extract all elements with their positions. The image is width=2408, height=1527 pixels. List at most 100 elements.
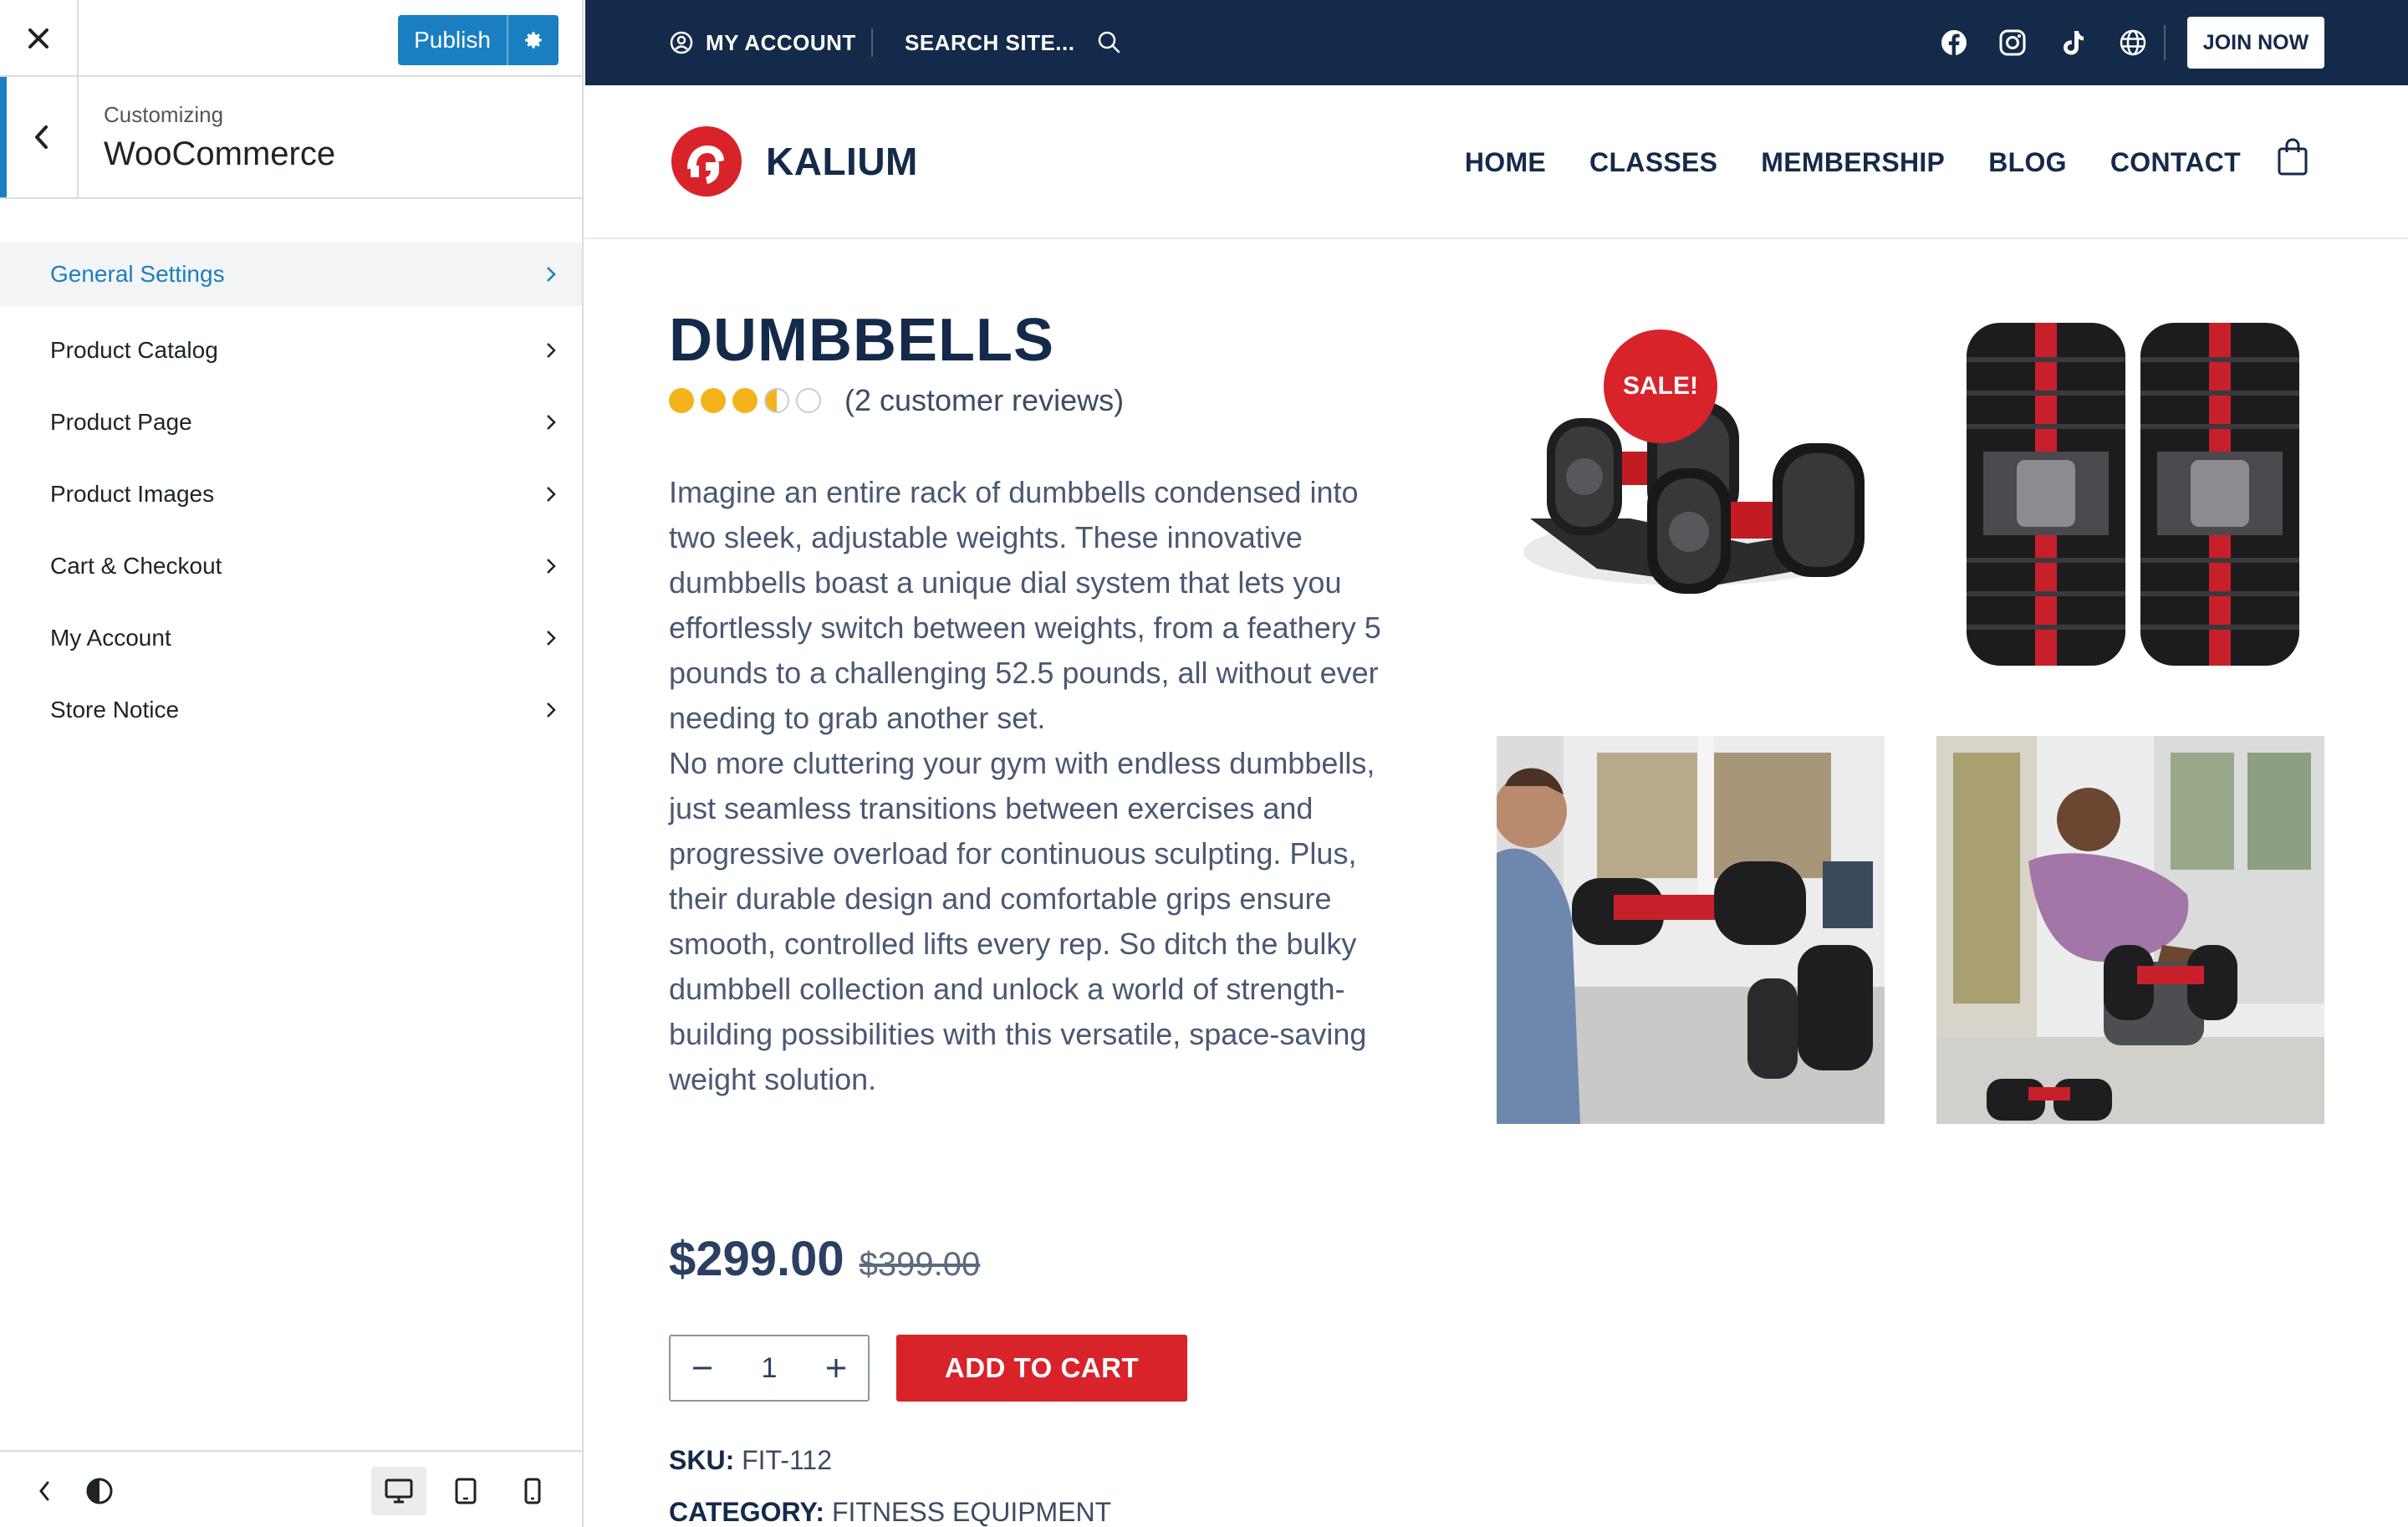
nav-contact[interactable]: CONTACT bbox=[2110, 147, 2241, 178]
section-title: WooCommerce bbox=[104, 135, 336, 172]
user-icon bbox=[670, 31, 693, 54]
gallery-image-4[interactable] bbox=[1936, 736, 2324, 1124]
tiktok-link[interactable] bbox=[2055, 25, 2090, 60]
site-header: KALIUM HOME CLASSES MEMBERSHIP BLOG CONT… bbox=[585, 85, 2408, 239]
menu-item-cart-checkout[interactable]: Cart & Checkout bbox=[0, 530, 582, 602]
chevron-right-icon bbox=[547, 267, 556, 282]
shopping-bag-icon[interactable] bbox=[2276, 137, 2309, 177]
website-link[interactable] bbox=[2115, 25, 2150, 60]
globe-icon bbox=[2120, 29, 2146, 56]
close-icon bbox=[28, 28, 48, 49]
contrast-icon bbox=[86, 1478, 113, 1504]
section-header: Customizing WooCommerce bbox=[0, 77, 584, 199]
chevron-right-icon bbox=[547, 343, 556, 358]
publish-label: Publish bbox=[414, 27, 491, 53]
menu-item-product-catalog[interactable]: Product Catalog bbox=[0, 314, 582, 386]
quantity-value[interactable]: 1 bbox=[762, 1352, 778, 1385]
search-site-link[interactable]: SEARCH SITE... bbox=[905, 0, 1074, 85]
customizer-sidebar: Publish Customizing WooCommerce General … bbox=[0, 0, 584, 1527]
menu-item-product-page[interactable]: Product Page bbox=[0, 386, 582, 458]
menu-item-label: Product Catalog bbox=[50, 337, 218, 363]
menu-item-label: Product Images bbox=[50, 481, 215, 507]
product-title: DUMBBELLS bbox=[669, 307, 1054, 374]
hide-controls-button[interactable] bbox=[17, 1467, 72, 1515]
quantity-stepper: 1 bbox=[669, 1335, 870, 1402]
nav-membership[interactable]: MEMBERSHIP bbox=[1761, 147, 1945, 178]
my-account-link[interactable]: MY ACCOUNT bbox=[669, 0, 856, 85]
product-description: Imagine an entire rack of dumbbells cond… bbox=[669, 470, 1405, 1102]
minus-icon[interactable] bbox=[691, 1356, 714, 1380]
menu-item-store-notice[interactable]: Store Notice bbox=[0, 674, 582, 746]
logo-icon bbox=[671, 126, 742, 197]
chevron-right-icon bbox=[547, 487, 556, 502]
star-full-icon bbox=[669, 388, 694, 413]
menu-item-label: Store Notice bbox=[50, 697, 180, 723]
menu-item-product-images[interactable]: Product Images bbox=[0, 458, 582, 530]
publish-button[interactable]: Publish bbox=[398, 15, 559, 65]
gallery-image-3[interactable] bbox=[1497, 736, 1885, 1124]
device-desktop-button[interactable] bbox=[371, 1467, 426, 1515]
tablet-icon bbox=[455, 1478, 477, 1504]
close-customizer-button[interactable] bbox=[0, 0, 79, 77]
search-icon[interactable] bbox=[1095, 28, 1122, 55]
join-now-button[interactable]: JOIN NOW bbox=[2187, 17, 2324, 69]
category-value[interactable]: FITNESS EQUIPMENT bbox=[832, 1497, 1111, 1527]
chevron-left-icon bbox=[39, 1481, 49, 1501]
menu-item-label: My Account bbox=[50, 625, 171, 651]
gear-icon bbox=[525, 32, 542, 49]
plus-icon[interactable] bbox=[824, 1356, 848, 1380]
instagram-link[interactable] bbox=[1995, 25, 2030, 60]
mobile-icon bbox=[524, 1478, 541, 1504]
site-preview: MY ACCOUNT SEARCH SITE... JOIN NOW KALIU… bbox=[585, 0, 2408, 1527]
gallery-image-2[interactable] bbox=[1936, 309, 2324, 697]
menu-item-label: Product Page bbox=[50, 409, 192, 435]
menu-item-my-account[interactable]: My Account bbox=[0, 602, 582, 674]
back-button[interactable] bbox=[0, 77, 79, 197]
product-sku: SKU: FIT-112 bbox=[669, 1445, 832, 1476]
sale-badge: SALE! bbox=[1604, 329, 1717, 443]
product-gallery bbox=[1497, 309, 2324, 1137]
contrast-toggle-button[interactable] bbox=[72, 1467, 127, 1515]
publish-settings-button[interactable] bbox=[508, 15, 559, 65]
add-to-cart-button[interactable]: ADD TO CART bbox=[896, 1335, 1187, 1402]
tiktok-icon bbox=[2064, 31, 2084, 55]
man-lifting-image bbox=[1936, 736, 2324, 1124]
chevron-right-icon bbox=[547, 631, 556, 646]
nav-home[interactable]: HOME bbox=[1465, 147, 1546, 178]
description-paragraph: Imagine an entire rack of dumbbells cond… bbox=[669, 475, 1381, 735]
nav-blog[interactable]: BLOG bbox=[1988, 147, 2067, 178]
search-label: SEARCH SITE... bbox=[905, 29, 1075, 55]
customizer-footer bbox=[0, 1450, 582, 1527]
site-logo[interactable]: KALIUM bbox=[669, 125, 918, 197]
dumbbells-top-view-image bbox=[1936, 309, 2324, 697]
menu-item-general-settings[interactable]: General Settings bbox=[0, 243, 582, 306]
chevron-right-icon bbox=[547, 559, 556, 574]
description-paragraph: No more cluttering your gym with endless… bbox=[669, 746, 1375, 1096]
my-account-label: MY ACCOUNT bbox=[706, 29, 856, 55]
star-half-icon bbox=[764, 388, 789, 413]
facebook-icon bbox=[1941, 30, 1967, 55]
star-empty-icon bbox=[796, 388, 821, 413]
sku-value: FIT-112 bbox=[742, 1445, 832, 1475]
product-rating[interactable]: (2 customer reviews) bbox=[669, 383, 1124, 418]
product-category: CATEGORY: FITNESS EQUIPMENT bbox=[669, 1497, 1111, 1527]
device-mobile-button[interactable] bbox=[505, 1467, 560, 1515]
customizing-label: Customizing bbox=[104, 102, 224, 127]
star-full-icon bbox=[701, 388, 726, 413]
nav-classes[interactable]: CLASSES bbox=[1589, 147, 1717, 178]
device-tablet-button[interactable] bbox=[438, 1467, 493, 1515]
woman-lifting-image bbox=[1497, 736, 1885, 1124]
product-price: $299.00 $399.00 bbox=[669, 1231, 980, 1287]
top-bar: MY ACCOUNT SEARCH SITE... JOIN NOW bbox=[585, 0, 2408, 85]
reviews-link[interactable]: (2 customer reviews) bbox=[844, 383, 1124, 418]
instagram-icon bbox=[1999, 29, 2026, 56]
regular-price: $399.00 bbox=[859, 1246, 981, 1283]
logo-text: KALIUM bbox=[766, 140, 918, 183]
chevron-right-icon bbox=[547, 702, 556, 718]
chevron-left-icon bbox=[35, 125, 48, 149]
sale-price: $299.00 bbox=[669, 1232, 844, 1286]
facebook-link[interactable] bbox=[1936, 25, 1972, 60]
settings-menu: General Settings Product Catalog Product… bbox=[0, 243, 582, 746]
chevron-right-icon bbox=[547, 415, 556, 430]
menu-item-label: General Settings bbox=[50, 261, 225, 287]
